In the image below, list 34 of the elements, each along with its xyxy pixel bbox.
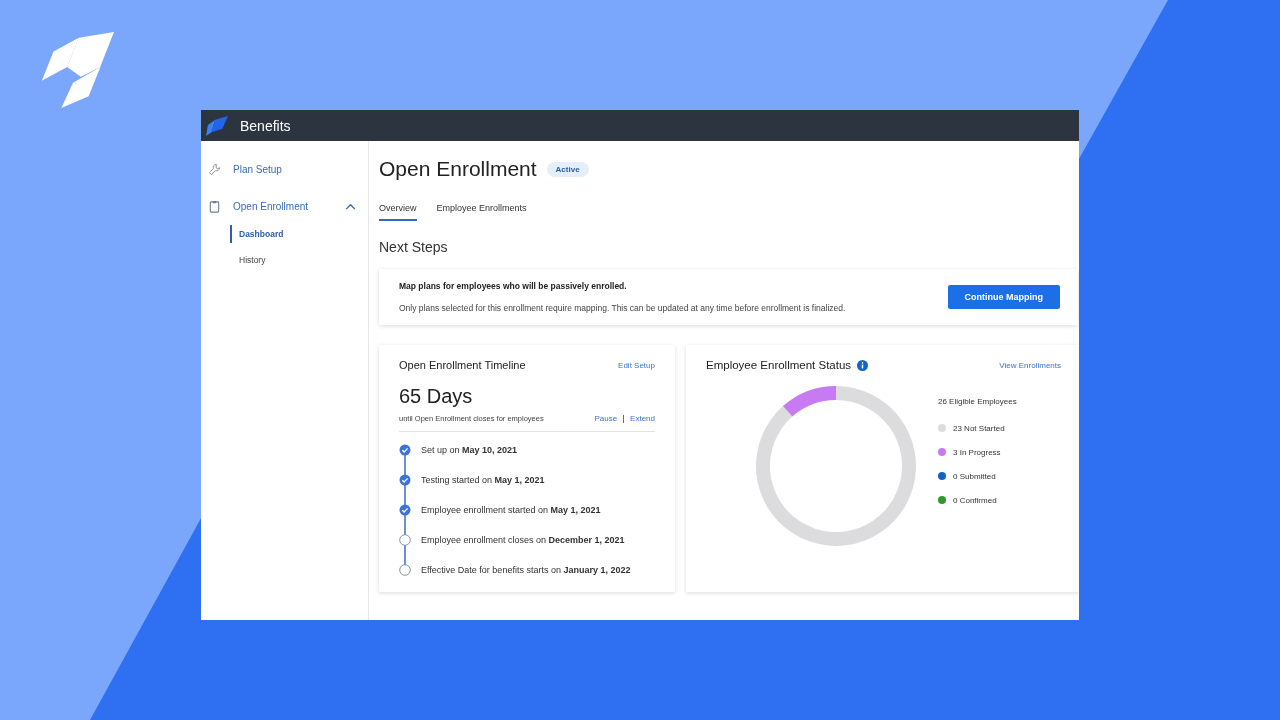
legend-label: 3 In Progress: [953, 447, 1001, 457]
legend-label: 0 Submitted: [953, 471, 996, 481]
timeline-step: Testing started on May 1, 2021: [421, 475, 545, 485]
timeline-step: Effective Date for benefits starts on January 1, 2022: [421, 565, 631, 575]
wrench-icon: [208, 162, 221, 176]
task-title: Map plans for employees who will be passively enrolled.: [399, 281, 628, 291]
tab[interactable]: Employee Enrollments: [436, 203, 527, 221]
action-link[interactable]: Pause: [594, 414, 618, 423]
timeline-step: Employee enrollment closes on December 1, 2021: [421, 535, 625, 545]
timeline-step: Employee enrollment started on May 1, 2021: [421, 505, 601, 515]
clipboard-icon: [208, 199, 221, 213]
section-heading: Next Steps: [379, 239, 449, 255]
view-enrollments-link[interactable]: View Enrollments: [999, 360, 1061, 370]
sidebar-subitem[interactable]: History: [201, 251, 368, 269]
legend-label: 0 Confirmed: [953, 495, 997, 505]
status-badge: Active: [546, 161, 589, 177]
info-icon[interactable]: [857, 359, 869, 371]
sidebar-item[interactable]: Open Enrollment: [201, 196, 368, 216]
continue-mapping-button[interactable]: Continue Mapping: [947, 285, 1060, 309]
app-title: Benefits: [240, 117, 291, 134]
task-description: Only plans selected for this enrollment require mapping. This can be updated at any time before enrollment is finalized.: [399, 303, 847, 313]
legend-title: 26 Eligible Employees: [938, 397, 1017, 406]
tab[interactable]: Overview: [379, 203, 417, 221]
days-count: 65 Days: [399, 385, 474, 408]
page-title: Open Enrollment: [379, 157, 537, 181]
timeline-step: Set up on May 10, 2021: [421, 445, 518, 455]
sidebar-item[interactable]: Plan Setup: [201, 159, 368, 179]
card-title: Open Enrollment Timeline: [399, 359, 526, 371]
card-title: Employee Enrollment Status: [706, 359, 852, 371]
legend-label: 23 Not Started: [953, 423, 1005, 433]
sidebar-subitem[interactable]: Dashboard: [230, 225, 368, 243]
brand-logo-icon: [206, 115, 228, 136]
action-link[interactable]: Extend: [630, 414, 655, 423]
edit-setup-link[interactable]: Edit Setup: [618, 360, 655, 370]
